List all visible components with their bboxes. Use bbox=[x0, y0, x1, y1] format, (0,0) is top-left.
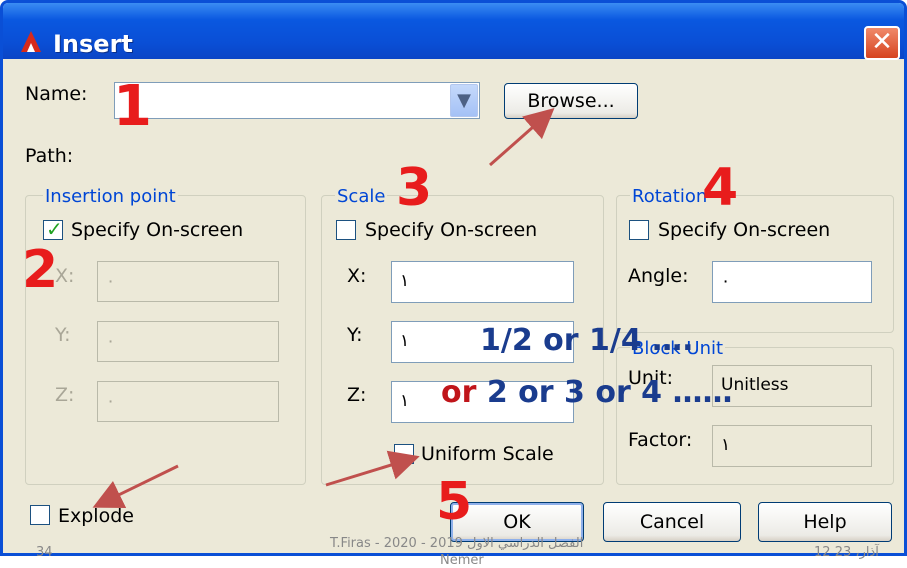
annotation-number-5: 5 bbox=[436, 472, 473, 532]
arrow-to-uniform-scale bbox=[325, 450, 420, 487]
footer-course: الفصل الدراسي الاول 2019 - 2020 - T.Fira… bbox=[330, 536, 584, 551]
annotation-number-3: 3 bbox=[396, 158, 433, 218]
scale-note-integers: or 2 or 3 or 4 …… bbox=[441, 375, 733, 410]
annotation-number-2: 2 bbox=[22, 240, 59, 300]
annotation-number-1: 1 bbox=[113, 74, 152, 139]
footer-author: Nemer bbox=[440, 553, 484, 568]
arrow-to-explode bbox=[92, 464, 179, 508]
footer-date: 12 آذار، 23 bbox=[814, 545, 879, 560]
scale-note-or: or bbox=[441, 375, 477, 410]
scale-note-integers-text: 2 or 3 or 4 …… bbox=[476, 375, 733, 410]
annotation-number-4: 4 bbox=[702, 158, 739, 218]
footer-page-number: 34 bbox=[36, 545, 53, 560]
scale-note-fractions: 1/2 or 1/4 …. bbox=[480, 323, 694, 358]
arrow-to-browse bbox=[489, 108, 555, 167]
